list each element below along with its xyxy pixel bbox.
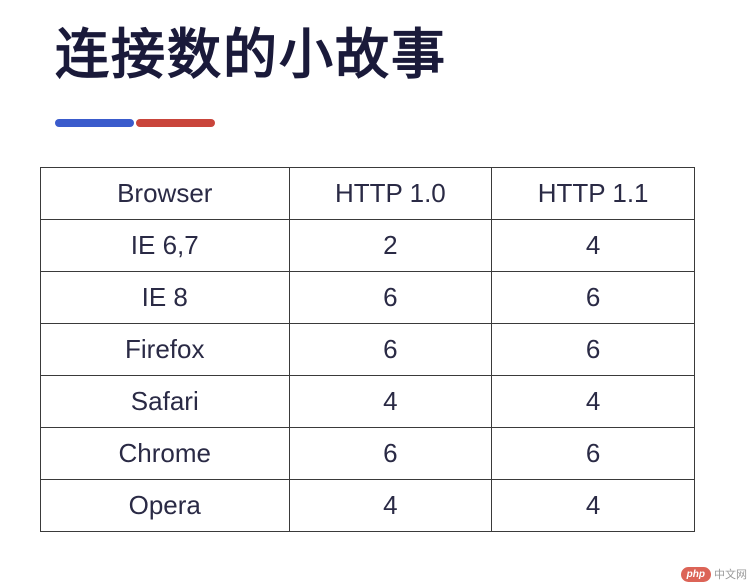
- connection-table-wrap: Browser HTTP 1.0 HTTP 1.1 IE 6,7 2 4 IE …: [40, 167, 695, 532]
- table-row: Firefox 6 6: [41, 324, 695, 376]
- cell-http11: 6: [492, 428, 695, 480]
- table-row: Safari 4 4: [41, 376, 695, 428]
- cell-browser: IE 6,7: [41, 220, 290, 272]
- cell-http10: 6: [289, 272, 492, 324]
- cell-http10: 4: [289, 480, 492, 532]
- col-header-browser: Browser: [41, 168, 290, 220]
- table-row: IE 6,7 2 4: [41, 220, 695, 272]
- cell-browser: Opera: [41, 480, 290, 532]
- cell-http11: 4: [492, 480, 695, 532]
- cell-http10: 4: [289, 376, 492, 428]
- connection-table: Browser HTTP 1.0 HTTP 1.1 IE 6,7 2 4 IE …: [40, 167, 695, 532]
- cell-http11: 6: [492, 272, 695, 324]
- col-header-http11: HTTP 1.1: [492, 168, 695, 220]
- watermark-text: 中文网: [714, 566, 747, 582]
- watermark: php 中文网: [681, 566, 747, 582]
- cell-http11: 4: [492, 376, 695, 428]
- cell-http10: 6: [289, 428, 492, 480]
- page-title: 连接数的小故事: [0, 0, 752, 89]
- watermark-badge: php: [681, 567, 711, 582]
- accent-bar: [55, 119, 215, 127]
- cell-http10: 2: [289, 220, 492, 272]
- cell-http11: 6: [492, 324, 695, 376]
- cell-browser: IE 8: [41, 272, 290, 324]
- cell-http11: 4: [492, 220, 695, 272]
- cell-browser: Safari: [41, 376, 290, 428]
- table-row: Chrome 6 6: [41, 428, 695, 480]
- cell-browser: Firefox: [41, 324, 290, 376]
- table-row: Opera 4 4: [41, 480, 695, 532]
- accent-blue-segment: [55, 119, 134, 127]
- cell-browser: Chrome: [41, 428, 290, 480]
- table-header-row: Browser HTTP 1.0 HTTP 1.1: [41, 168, 695, 220]
- cell-http10: 6: [289, 324, 492, 376]
- accent-red-segment: [136, 119, 215, 127]
- table-row: IE 8 6 6: [41, 272, 695, 324]
- col-header-http10: HTTP 1.0: [289, 168, 492, 220]
